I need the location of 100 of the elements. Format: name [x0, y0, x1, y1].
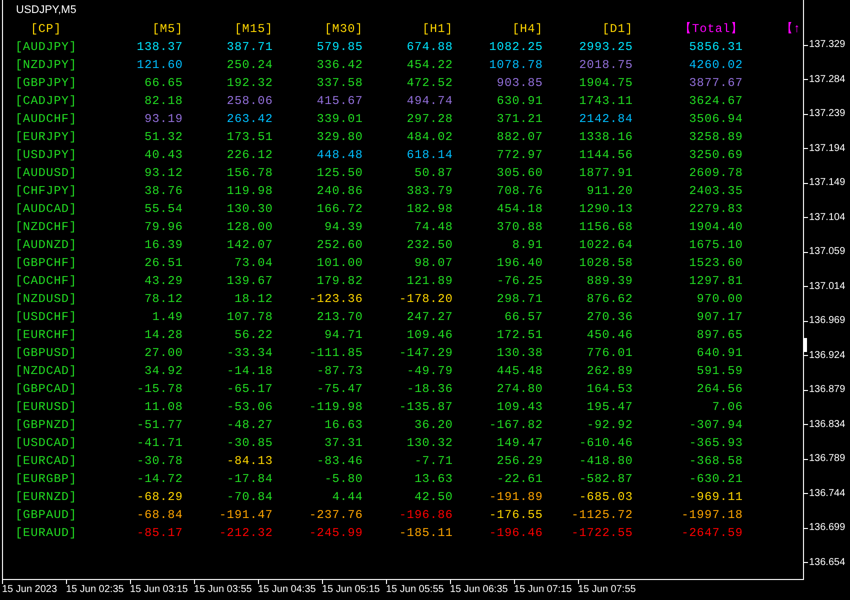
value-cell-text: 34.92 — [144, 363, 183, 380]
value-cell-text: 415.67 — [316, 93, 363, 110]
value-cell-text: 240.86 — [316, 183, 363, 200]
pair-label: [CADCHF] — [15, 273, 77, 290]
time-label: 15 Jun 03:55 — [194, 585, 253, 595]
value-cell-text: 55.54 — [144, 201, 183, 218]
value-cell-text: 5856.31 — [689, 39, 743, 56]
column-header: [D1] — [602, 21, 633, 38]
value-cell-text: 26.51 — [144, 255, 183, 272]
value-cell-text: 213.70 — [316, 309, 363, 326]
value-cell-text: 1904.75 — [579, 75, 633, 92]
value-cell-text: 119.98 — [226, 183, 273, 200]
value-cell-text: 4260.02 — [689, 57, 743, 74]
time-label: 15 Jun 2023 — [2, 585, 58, 595]
value-cell-text: 27.00 — [144, 345, 183, 362]
value-cell-text: -969.11 — [689, 489, 743, 506]
price-label: 137.104 — [809, 212, 846, 223]
value-cell-text: 2018.75 — [579, 57, 633, 74]
value-cell-text: 1904.40 — [689, 219, 743, 236]
pair-label: [GBPAUD] — [15, 507, 77, 524]
value-cell-text: -22.61 — [496, 471, 543, 488]
value-cell-text: 3250.69 — [689, 147, 743, 164]
value-cell-text: 130.30 — [226, 201, 273, 218]
price-label: 136.969 — [809, 316, 846, 326]
pair-label: [EURCAD] — [15, 453, 77, 470]
value-cell-text: 74.48 — [414, 219, 453, 236]
value-cell-text: -7.71 — [414, 453, 453, 470]
column-header: [H4] — [512, 21, 543, 38]
pair-label: [NZDCAD] — [15, 363, 77, 380]
price-label: 136.924 — [809, 350, 846, 361]
value-cell-text: 42.50 — [414, 489, 453, 506]
value-cell-text: 903.85 — [496, 75, 543, 92]
value-cell-text: -368.58 — [689, 453, 743, 470]
value-cell-text: 1022.64 — [579, 237, 633, 254]
value-cell-text: 56.22 — [234, 327, 273, 344]
value-cell-text: -185.11 — [399, 525, 453, 542]
value-cell-text: 1082.25 — [489, 39, 543, 56]
value-cell-text: 173.51 — [226, 129, 273, 146]
value-cell-text: 876.62 — [586, 291, 633, 308]
value-cell-text: -49.79 — [406, 363, 453, 380]
value-cell-text: 494.74 — [406, 93, 453, 110]
value-cell-text: 1675.10 — [689, 237, 743, 254]
value-cell-text: 618.14 — [406, 147, 453, 164]
value-cell-text: 252.60 — [316, 237, 363, 254]
value-cell-text: -33.34 — [226, 345, 273, 362]
value-cell-text: 121.89 — [406, 273, 453, 290]
value-cell-text: -87.73 — [316, 363, 363, 380]
value-cell-text: 13.63 — [414, 471, 453, 488]
value-cell-text: 258.06 — [226, 93, 273, 110]
value-cell-text: 94.71 — [324, 327, 363, 344]
pair-label: [GBPUSD] — [15, 345, 77, 362]
pair-label: [EURCHF] — [15, 327, 77, 344]
value-cell-text: -196.86 — [399, 507, 453, 524]
value-cell-text: 1338.16 — [579, 129, 633, 146]
value-cell-text: 166.72 — [316, 201, 363, 218]
value-cell-text: 445.48 — [496, 363, 543, 380]
price-label: 137.014 — [809, 282, 846, 292]
value-cell-text: 3258.89 — [689, 129, 743, 146]
value-cell-text: 66.57 — [504, 309, 543, 326]
value-cell-text: 383.79 — [406, 183, 453, 200]
value-cell-text: 182.98 — [406, 201, 453, 218]
chart-title: USDJPY,M5 — [16, 4, 76, 16]
value-cell-text: 772.97 — [496, 147, 543, 164]
time-label: 15 Jun 06:35 — [450, 585, 509, 595]
value-cell-text: 11.08 — [144, 399, 183, 416]
column-header: [M5] — [152, 21, 183, 38]
value-cell-text: 579.85 — [316, 39, 363, 56]
pair-label: [AUDJPY] — [15, 39, 77, 56]
pair-label: [AUDNZD] — [15, 237, 77, 254]
pair-label: [EURGBP] — [15, 471, 77, 488]
time-label: 15 Jun 05:15 — [322, 585, 381, 595]
pair-label: [USDCHF] — [15, 309, 77, 326]
value-cell-text: 472.52 — [406, 75, 453, 92]
value-cell-text: 336.42 — [316, 57, 363, 74]
value-cell-text: 298.71 — [496, 291, 543, 308]
value-cell-text: 138.37 — [136, 39, 183, 56]
value-cell-text: -53.06 — [226, 399, 273, 416]
value-cell-text: -245.99 — [309, 525, 363, 542]
value-cell-text: 329.80 — [316, 129, 363, 146]
value-cell-text: 79.96 — [144, 219, 183, 236]
value-cell-text: 73.04 — [234, 255, 273, 272]
value-cell-text: -83.46 — [316, 453, 363, 470]
pair-label: [EURNZD] — [15, 489, 77, 506]
price-label: 136.699 — [809, 523, 846, 534]
value-cell-text: 195.47 — [586, 399, 633, 416]
value-cell-text: -1722.55 — [571, 525, 633, 542]
value-cell-text: 450.46 — [586, 327, 633, 344]
value-cell-text: -212.32 — [219, 525, 273, 542]
pair-label: [USDJPY] — [15, 147, 77, 164]
value-cell-text: -17.84 — [226, 471, 273, 488]
pair-label: [GBPNZD] — [15, 417, 77, 434]
value-cell-text: 907.17 — [696, 309, 743, 326]
value-cell-text: -65.17 — [226, 381, 273, 398]
value-cell-text: 270.36 — [586, 309, 633, 326]
value-cell-text: 264.56 — [696, 381, 743, 398]
value-cell-text: 36.20 — [414, 417, 453, 434]
value-cell-text: 250.24 — [226, 57, 273, 74]
pair-label: [CHFJPY] — [15, 183, 77, 200]
value-cell-text: -178.20 — [399, 291, 453, 308]
value-cell-text: 226.12 — [226, 147, 273, 164]
